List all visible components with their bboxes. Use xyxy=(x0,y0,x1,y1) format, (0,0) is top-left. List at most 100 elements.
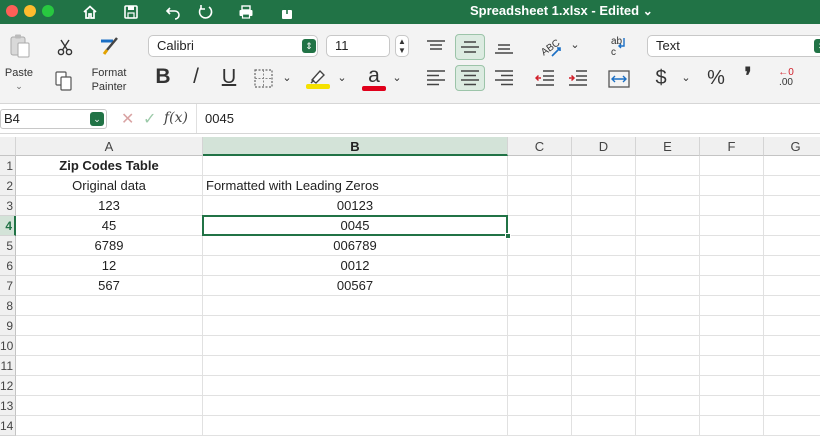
format-painter-icon[interactable] xyxy=(97,34,121,58)
cell-e12[interactable] xyxy=(636,376,700,396)
font-color-dropdown-icon[interactable]: ⌄ xyxy=(391,72,403,85)
currency-dropdown-icon[interactable]: ⌄ xyxy=(680,72,692,85)
cell-g3[interactable] xyxy=(764,196,820,216)
align-left-icon[interactable] xyxy=(422,65,450,91)
cell-f1[interactable] xyxy=(700,156,764,176)
column-header-a[interactable]: A xyxy=(16,137,203,156)
cell-e11[interactable] xyxy=(636,356,700,376)
borders-dropdown-icon[interactable]: ⌄ xyxy=(281,72,293,85)
row-header-5[interactable]: 5 xyxy=(0,236,16,256)
column-header-b[interactable]: B xyxy=(203,137,508,156)
cell-g11[interactable] xyxy=(764,356,820,376)
cell-c12[interactable] xyxy=(508,376,572,396)
row-header-3[interactable]: 3 xyxy=(0,196,16,216)
cell-a6[interactable]: 12 xyxy=(16,256,203,276)
row-header-2[interactable]: 2 xyxy=(0,176,16,196)
cell-e8[interactable] xyxy=(636,296,700,316)
save-icon[interactable] xyxy=(121,2,141,22)
cell-a12[interactable] xyxy=(16,376,203,396)
cell-b5[interactable]: 006789 xyxy=(203,236,508,256)
cell-a13[interactable] xyxy=(16,396,203,416)
cell-f11[interactable] xyxy=(700,356,764,376)
select-all-corner[interactable] xyxy=(0,137,16,156)
cell-b9[interactable] xyxy=(203,316,508,336)
cell-e3[interactable] xyxy=(636,196,700,216)
font-size-stepper[interactable]: ▲ ▼ xyxy=(395,35,409,57)
copy-icon[interactable] xyxy=(53,69,75,93)
cell-b13[interactable] xyxy=(203,396,508,416)
cell-c3[interactable] xyxy=(508,196,572,216)
cell-c2[interactable] xyxy=(508,176,572,196)
cell-d14[interactable] xyxy=(572,416,636,436)
print-icon[interactable] xyxy=(236,2,256,22)
cell-b6[interactable]: 0012 xyxy=(203,256,508,276)
cell-c8[interactable] xyxy=(508,296,572,316)
cell-e14[interactable] xyxy=(636,416,700,436)
cell-b2[interactable]: Formatted with Leading Zeros xyxy=(203,176,508,196)
row-header-8[interactable]: 8 xyxy=(0,296,16,316)
decrease-indent-icon[interactable] xyxy=(533,67,557,89)
cell-a10[interactable] xyxy=(16,336,203,356)
paste-icon[interactable] xyxy=(6,32,34,60)
undo-icon[interactable] xyxy=(163,2,183,22)
row-header-13[interactable]: 13 xyxy=(0,396,16,416)
format-painter-label-1[interactable]: Format xyxy=(86,67,132,80)
cell-f12[interactable] xyxy=(700,376,764,396)
cell-g7[interactable] xyxy=(764,276,820,296)
cell-b14[interactable] xyxy=(203,416,508,436)
cell-g9[interactable] xyxy=(764,316,820,336)
cell-b11[interactable] xyxy=(203,356,508,376)
cell-e13[interactable] xyxy=(636,396,700,416)
scissors-icon[interactable] xyxy=(54,36,76,58)
increase-decimal-button[interactable]: ←0 .00 xyxy=(772,66,800,90)
cell-a3[interactable]: 123 xyxy=(16,196,203,216)
confirm-icon[interactable]: ✓ xyxy=(143,109,156,129)
cell-f4[interactable] xyxy=(700,216,764,236)
cell-d2[interactable] xyxy=(572,176,636,196)
cell-c13[interactable] xyxy=(508,396,572,416)
cell-b1[interactable] xyxy=(203,156,508,176)
cell-f6[interactable] xyxy=(700,256,764,276)
wrap-text-icon[interactable]: ab c xyxy=(606,32,634,60)
cell-c7[interactable] xyxy=(508,276,572,296)
cell-a11[interactable] xyxy=(16,356,203,376)
cell-b3[interactable]: 00123 xyxy=(203,196,508,216)
font-size-input[interactable]: 11 xyxy=(326,35,390,57)
merge-cells-icon[interactable] xyxy=(606,67,632,91)
currency-button[interactable]: $ xyxy=(650,66,672,90)
redo-icon[interactable] xyxy=(195,2,215,22)
insert-function-button[interactable]: f(x) xyxy=(164,110,188,126)
cell-e4[interactable] xyxy=(636,216,700,236)
cell-g14[interactable] xyxy=(764,416,820,436)
cell-g2[interactable] xyxy=(764,176,820,196)
cell-a7[interactable]: 567 xyxy=(16,276,203,296)
cell-c14[interactable] xyxy=(508,416,572,436)
cell-c9[interactable] xyxy=(508,316,572,336)
cell-f3[interactable] xyxy=(700,196,764,216)
cell-c10[interactable] xyxy=(508,336,572,356)
cell-g6[interactable] xyxy=(764,256,820,276)
cell-f8[interactable] xyxy=(700,296,764,316)
cell-d11[interactable] xyxy=(572,356,636,376)
cell-d4[interactable] xyxy=(572,216,636,236)
cell-a9[interactable] xyxy=(16,316,203,336)
cell-e2[interactable] xyxy=(636,176,700,196)
fill-handle[interactable] xyxy=(505,233,511,239)
cell-e6[interactable] xyxy=(636,256,700,276)
cell-d9[interactable] xyxy=(572,316,636,336)
cancel-icon[interactable]: ✕ xyxy=(121,109,134,129)
highlight-icon[interactable] xyxy=(305,64,331,92)
row-header-1[interactable]: 1 xyxy=(0,156,16,176)
cell-e5[interactable] xyxy=(636,236,700,256)
align-middle-icon[interactable] xyxy=(455,34,485,60)
cell-g12[interactable] xyxy=(764,376,820,396)
cell-b12[interactable] xyxy=(203,376,508,396)
cell-g10[interactable] xyxy=(764,336,820,356)
row-header-12[interactable]: 12 xyxy=(0,376,16,396)
underline-button[interactable]: U xyxy=(218,65,240,89)
cell-c5[interactable] xyxy=(508,236,572,256)
cell-g1[interactable] xyxy=(764,156,820,176)
column-header-f[interactable]: F xyxy=(700,137,764,156)
increase-indent-icon[interactable] xyxy=(566,67,590,89)
italic-button[interactable]: / xyxy=(186,65,206,89)
